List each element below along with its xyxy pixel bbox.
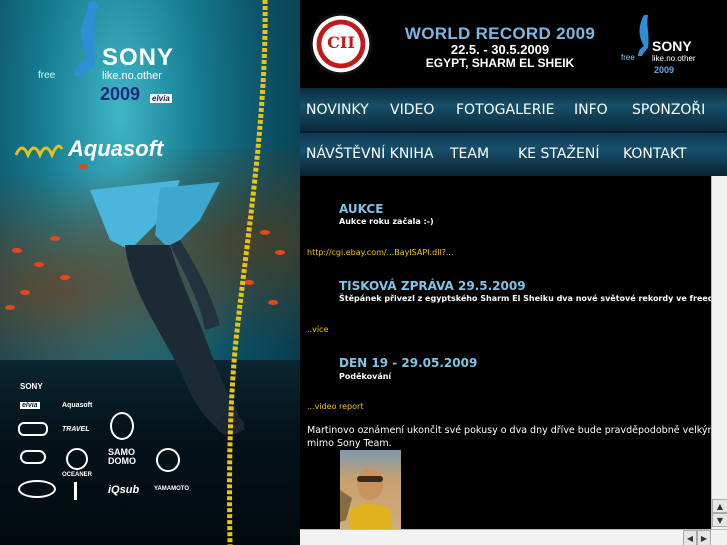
aquasoft-wordmark: Aquasoft <box>68 136 164 161</box>
site-header: CII WORLD RECORD 2009 22.5. - 30.5.2009 … <box>300 0 727 88</box>
fish-decoration <box>12 248 22 253</box>
scroll-right-button[interactable]: ▶ <box>697 530 711 545</box>
sponsor-sony: SONY <box>20 382 43 391</box>
header-sony-year: 2009 <box>654 65 675 75</box>
fish-decoration <box>34 262 44 267</box>
main-navigation: NOVINKY VIDEO FOTOGALERIE INFO SPONZOŘI … <box>300 88 727 176</box>
header-sony-slogan: like.no.other <box>652 54 696 63</box>
sony-slogan: like.no.other <box>102 70 162 82</box>
record-title: WORLD RECORD 2009 <box>404 24 596 43</box>
post-title[interactable]: AUKCE <box>339 202 383 216</box>
body-text-line: mimo Sony Team. <box>307 438 392 449</box>
nav-ke-stazeni[interactable]: KE STAŽENÍ <box>518 146 599 162</box>
scroll-up-button[interactable]: ▲ <box>712 499 727 513</box>
post-link[interactable]: http://cgi.ebay.com/...BayISAPI.dll?... <box>307 248 454 257</box>
year-label: 2009 <box>100 84 141 104</box>
sponsor-samo-domo: SAMO DOMO <box>108 447 136 466</box>
post-more-link[interactable]: ..více <box>307 325 328 334</box>
header-free-label: free <box>621 53 635 62</box>
news-content: AUKCE Aukce roku začala :-) http://cgi.e… <box>300 176 711 545</box>
sponsor-seal <box>110 412 134 440</box>
aquasoft-mark-icon <box>14 144 64 159</box>
nav-navstevni-kniha[interactable]: NÁVŠTĚVNÍ KNIHA <box>306 146 434 162</box>
sponsor-aquasoft: Aquasoft <box>62 402 93 409</box>
horizontal-scrollbar[interactable]: ◀ ▶ <box>300 529 727 545</box>
fish-decoration <box>60 275 70 280</box>
post-title[interactable]: DEN 19 - 29.05.2009 <box>339 356 477 370</box>
aquasoft-logo: Aquasoft <box>14 136 163 162</box>
record-place: EGYPT, SHARM EL SHEIK <box>425 56 575 70</box>
sponsor-rv <box>74 482 96 500</box>
post-subtitle: Poděkování <box>339 372 392 381</box>
fish-decoration <box>50 236 60 241</box>
fish-decoration <box>78 164 88 169</box>
sponsor-iqsub: iQsub <box>108 484 140 496</box>
fish-decoration <box>5 305 15 310</box>
body-text-line: Martinovo oznámení ukončit své pokusy o … <box>307 425 711 436</box>
cii-logo-text: CII <box>327 33 355 52</box>
fish-decoration <box>20 290 30 295</box>
sponsor-circle <box>66 448 88 470</box>
post-subtitle: Štěpánek přivezl z egyptského Sharm El S… <box>339 294 711 303</box>
nav-novinky[interactable]: NOVINKY <box>306 102 369 118</box>
nav-fotogalerie[interactable]: FOTOGALERIE <box>456 102 554 118</box>
nav-team[interactable]: TEAM <box>450 146 489 162</box>
nav-row-2: NÁVŠTĚVNÍ KNIHA TEAM KE STAŽENÍ KONTAKT <box>300 132 727 176</box>
sony-wordmark: SONY <box>102 44 175 71</box>
sponsor-elvia: elvia <box>20 402 40 409</box>
sponsor-logos: SONY elvia Aquasoft TRAVEL OCEANER SAMO … <box>18 378 198 508</box>
post-title[interactable]: TISKOVÁ ZPRÁVA 29.5.2009 <box>339 279 526 293</box>
fish-decoration <box>275 250 285 255</box>
vertical-scrollbar[interactable]: ▲ ▼ <box>711 176 727 529</box>
header-sony-wordmark: SONY <box>652 38 692 54</box>
post-video-link[interactable]: ...video report <box>307 402 363 411</box>
scroll-left-button[interactable]: ◀ <box>683 530 697 545</box>
sponsor-oceaner: OCEANER <box>62 472 93 478</box>
sponsor-yamamoto: YAMAMOTO <box>154 486 190 492</box>
header-sony-logo: free SONY like.no.other 2009 <box>618 12 723 82</box>
record-dates: 22.5. - 30.5.2009 <box>450 42 550 57</box>
cii-logo: CII <box>310 13 372 75</box>
sponsor-ellipse <box>18 480 56 498</box>
sponsor-emblem <box>18 422 48 436</box>
nav-kontakt[interactable]: KONTAKT <box>623 146 687 162</box>
sponsor-ring <box>156 448 180 472</box>
nav-row-1: NOVINKY VIDEO FOTOGALERIE INFO SPONZOŘI <box>300 88 727 132</box>
sponsor-oval <box>20 450 46 464</box>
elvia-badge: elvia <box>150 94 172 103</box>
nav-sponzori[interactable]: SPONZOŘI <box>632 102 705 118</box>
scroll-down-button[interactable]: ▼ <box>712 513 727 527</box>
left-banner: free SONY like.no.other 2009 elvia Aquas… <box>0 0 300 545</box>
post-subtitle: Aukce roku začala :-) <box>339 217 434 226</box>
sponsor-travel: TRAVEL <box>62 426 90 433</box>
nav-video[interactable]: VIDEO <box>390 102 434 118</box>
nav-info[interactable]: INFO <box>574 102 608 118</box>
free-label: free <box>38 70 56 81</box>
